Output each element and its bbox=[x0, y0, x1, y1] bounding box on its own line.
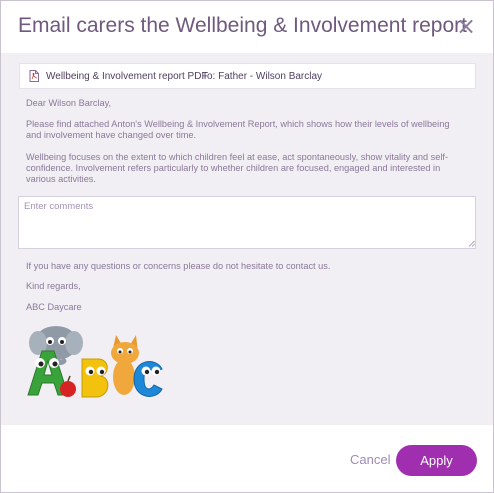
pdf-file-icon bbox=[29, 70, 39, 82]
closing-line: If you have any questions or concerns pl… bbox=[26, 261, 331, 271]
greeting: Dear Wilson Barclay, bbox=[26, 98, 112, 108]
cancel-button[interactable]: Cancel bbox=[350, 452, 390, 467]
comments-field[interactable] bbox=[18, 196, 476, 249]
attachment-name: Wellbeing & Involvement report PDF bbox=[46, 71, 208, 82]
paragraph-2: Wellbeing focuses on the extent to which… bbox=[26, 152, 449, 184]
dialog-title: Email carers the Wellbeing & Involvement… bbox=[18, 14, 467, 37]
attachment-bar[interactable]: Wellbeing & Involvement report PDF To: F… bbox=[19, 63, 476, 89]
close-icon[interactable]: × bbox=[455, 13, 477, 39]
signature: ABC Daycare bbox=[26, 302, 82, 312]
paragraph-1: Please find attached Anton's Wellbeing &… bbox=[26, 119, 450, 140]
kind-regards: Kind regards, bbox=[26, 281, 81, 291]
abc-daycare-logo bbox=[27, 326, 163, 398]
dialog-header: Email carers the Wellbeing & Involvement… bbox=[1, 1, 493, 53]
dialog-footer: Cancel Apply bbox=[1, 425, 493, 492]
dialog-body: Wellbeing & Involvement report PDF To: F… bbox=[1, 53, 493, 425]
apply-button[interactable]: Apply bbox=[396, 445, 477, 476]
attachment-recipient: To: Father - Wilson Barclay bbox=[202, 71, 323, 82]
email-dialog: Email carers the Wellbeing & Involvement… bbox=[0, 0, 494, 493]
